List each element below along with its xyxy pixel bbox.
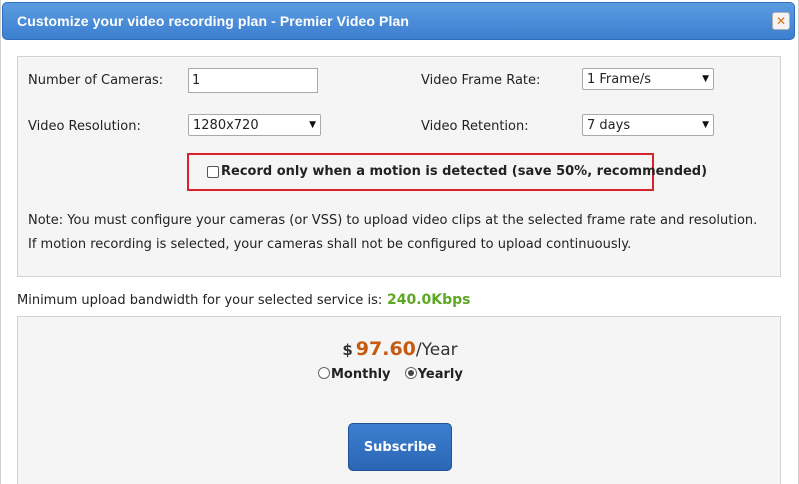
cameras-label: Number of Cameras:	[28, 73, 164, 88]
bandwidth-value: 240.0Kbps	[387, 292, 471, 308]
price-currency: $	[342, 341, 353, 359]
yearly-label[interactable]: Yearly	[418, 367, 463, 382]
bandwidth-label: Minimum upload bandwidth for your select…	[17, 293, 383, 308]
dialog-title: Customize your video recording plan - Pr…	[17, 13, 409, 29]
monthly-radio[interactable]	[318, 367, 330, 379]
pricing-panel: $97.60/Year Monthly Yearly Subscribe	[17, 316, 781, 484]
retention-select[interactable]: 7 days ▼	[582, 114, 714, 136]
close-button[interactable]: ✕	[772, 12, 790, 30]
dialog-titlebar: Customize your video recording plan - Pr…	[2, 2, 795, 40]
chevron-down-icon: ▼	[702, 74, 709, 84]
frame-rate-value: 1 Frame/s	[587, 71, 652, 87]
yearly-radio[interactable]	[404, 367, 417, 379]
monthly-label[interactable]: Monthly	[331, 367, 391, 382]
price-period: /Year	[415, 340, 458, 360]
motion-checkbox[interactable]	[207, 166, 219, 178]
subscribe-button[interactable]: Subscribe	[348, 423, 452, 471]
price: $97.60/Year	[18, 338, 782, 360]
retention-label: Video Retention:	[421, 119, 529, 134]
retention-value: 7 days	[587, 117, 631, 133]
close-icon: ✕	[775, 14, 787, 28]
motion-highlight: Record only when a motion is detected (s…	[187, 153, 707, 191]
price-amount: 97.60	[355, 338, 416, 360]
plan-dialog: Customize your video recording plan - Pr…	[0, 0, 799, 484]
chevron-down-icon: ▼	[309, 120, 316, 130]
configuration-note: Note: You must configure your cameras (o…	[28, 213, 758, 252]
billing-options: Monthly Yearly	[318, 367, 473, 382]
resolution-value: 1280x720	[193, 117, 259, 133]
chevron-down-icon: ▼	[702, 120, 709, 130]
settings-panel: Number of Cameras: Video Frame Rate: 1 F…	[17, 56, 781, 277]
cameras-input[interactable]	[188, 68, 318, 93]
motion-label[interactable]: Record only when a motion is detected (s…	[221, 164, 707, 179]
frame-rate-label: Video Frame Rate:	[421, 73, 541, 88]
resolution-label: Video Resolution:	[28, 119, 141, 134]
frame-rate-select[interactable]: 1 Frame/s ▼	[582, 68, 714, 90]
resolution-select[interactable]: 1280x720 ▼	[188, 114, 321, 136]
